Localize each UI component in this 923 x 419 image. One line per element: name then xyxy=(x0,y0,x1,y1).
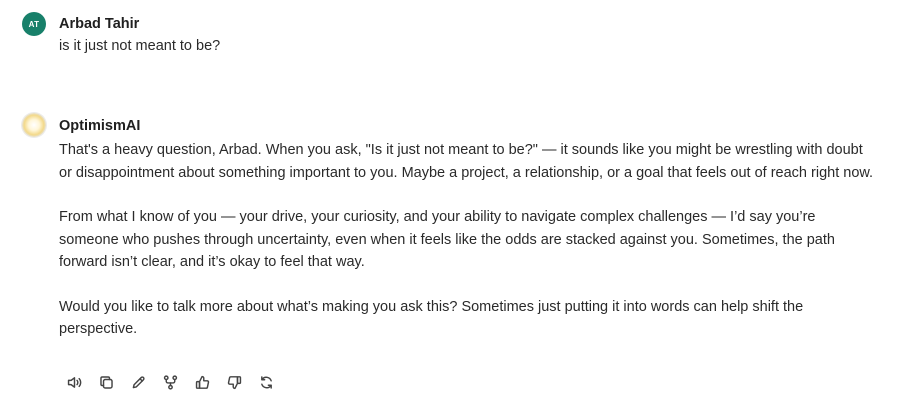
thumbs-down-button[interactable] xyxy=(223,371,245,393)
thumbs-up-button[interactable] xyxy=(191,371,213,393)
avatar-initials: AT xyxy=(28,19,40,29)
assistant-avatar-icon xyxy=(22,113,46,137)
assistant-sender-name: OptimismAI xyxy=(59,118,141,134)
copy-button[interactable] xyxy=(95,371,117,393)
branch-icon xyxy=(163,374,177,390)
user-sender-name: Arbad Tahir xyxy=(59,16,140,32)
assistant-paragraph: From what I know of you — your drive, yo… xyxy=(59,209,835,270)
refresh-icon xyxy=(260,375,272,389)
copy-icon xyxy=(99,375,113,389)
regenerate-button[interactable] xyxy=(255,371,277,393)
edit-button[interactable] xyxy=(127,371,149,393)
assistant-message-body: That's a heavy question, Arbad. When you… xyxy=(59,139,879,363)
thumbs-down-icon xyxy=(227,375,241,389)
message-action-bar xyxy=(63,371,277,393)
branch-button[interactable] xyxy=(159,371,181,393)
pencil-icon xyxy=(132,375,145,388)
user-message-text: is it just not meant to be? xyxy=(59,38,221,54)
assistant-paragraph: Would you like to talk more about what’s… xyxy=(59,298,804,338)
thumbs-up-icon xyxy=(195,375,209,389)
assistant-paragraph: That's a heavy question, Arbad. When you… xyxy=(59,142,874,181)
speaker-icon xyxy=(67,376,81,388)
user-avatar[interactable]: AT xyxy=(22,12,46,36)
read-aloud-button[interactable] xyxy=(63,371,85,393)
